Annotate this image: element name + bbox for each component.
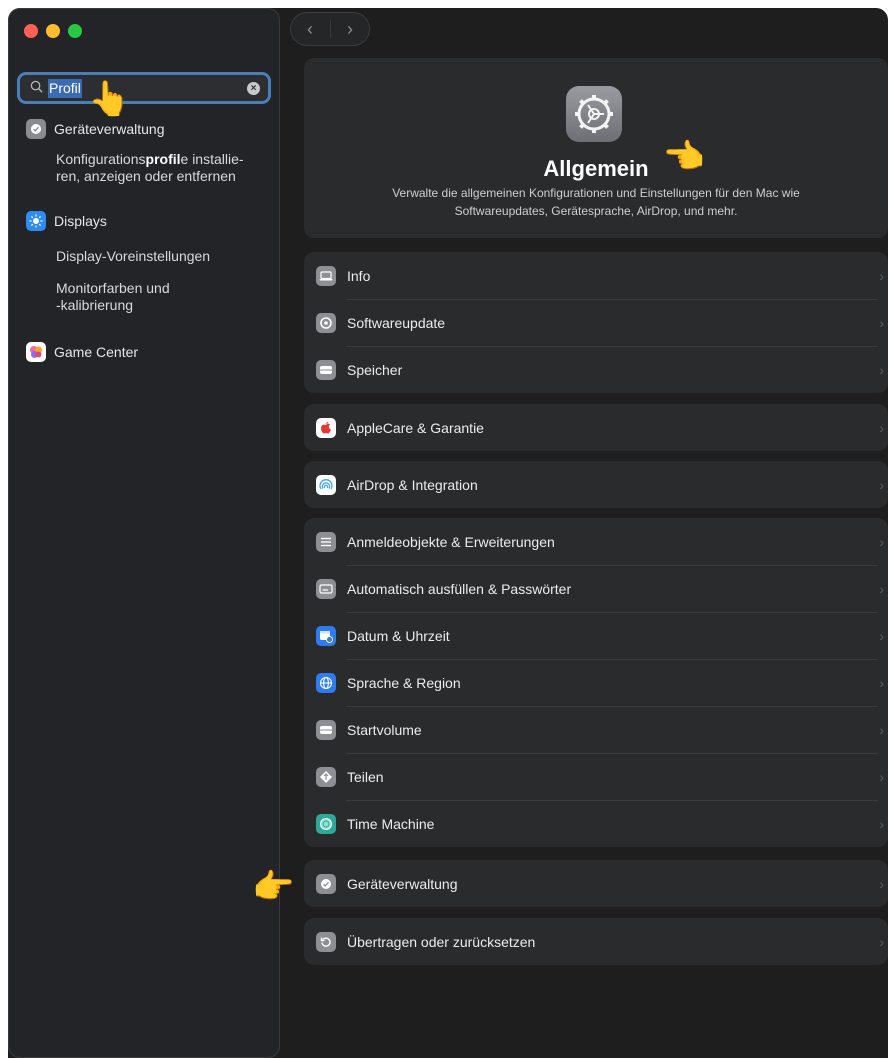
game-center-icon — [26, 342, 46, 362]
displays-icon — [26, 211, 46, 231]
sidebar-item-displays[interactable]: Displays — [26, 211, 107, 231]
row-label: AppleCare & Garantie — [347, 419, 484, 436]
row-label: Speicher — [347, 361, 403, 378]
sidebar-subitem-display-presets[interactable]: Display-Voreinstellungen — [56, 248, 266, 265]
chevron-right-icon: › — [879, 815, 884, 832]
row-label: Teilen — [347, 768, 384, 785]
pointing-hand-icon: 👆 — [88, 80, 131, 118]
airdrop-icon — [316, 475, 336, 495]
settings-window: Profil × Geräteverwaltung Konfigurations… — [8, 8, 888, 1058]
row-label: Geräteverwaltung — [347, 875, 458, 892]
zoom-window-button[interactable] — [68, 24, 82, 38]
group-airdrop: AirDrop & Integration › — [304, 461, 888, 508]
group-device-management: Geräteverwaltung › — [304, 860, 888, 907]
group-transfer-reset: Übertragen oder zurücksetzen › — [304, 918, 888, 965]
sidebar-item-label: Displays — [54, 213, 107, 229]
row-label: Sprache & Region — [347, 674, 461, 691]
gear-icon — [566, 86, 622, 142]
chevron-right-icon: › — [879, 314, 884, 331]
nav-divider — [330, 20, 331, 38]
row-label: Softwareupdate — [347, 314, 446, 331]
group-applecare: AppleCare & Garantie › — [304, 404, 888, 451]
row-info[interactable]: Info › — [304, 252, 888, 299]
chevron-right-icon: › — [879, 476, 884, 493]
row-software-update[interactable]: Softwareupdate › — [304, 299, 888, 346]
chevron-right-icon: › — [879, 933, 884, 950]
search-icon — [30, 80, 43, 93]
subitem-text-pre: Konfigurations — [56, 151, 146, 167]
clear-icon[interactable]: × — [247, 82, 260, 95]
close-window-button[interactable] — [24, 24, 38, 38]
chevron-left-icon[interactable]: ‹ — [290, 12, 330, 46]
row-time-machine[interactable]: Time Machine › — [304, 800, 888, 847]
row-login-items[interactable]: Anmeldeobjekte & Erweiterungen › — [304, 518, 888, 565]
chevron-right-icon: › — [879, 768, 884, 785]
chevron-right-icon: › — [879, 580, 884, 597]
sidebar-item-device-management[interactable]: Geräteverwaltung — [26, 119, 165, 139]
sidebar: Profil × Geräteverwaltung Konfigurations… — [8, 8, 280, 1058]
pointing-hand-icon: 👉 — [664, 138, 707, 176]
list-icon — [316, 532, 336, 552]
row-label: Info — [347, 267, 371, 284]
page-title: Allgemein — [543, 156, 649, 181]
apple-icon — [316, 418, 336, 438]
sidebar-item-label: Game Center — [54, 344, 139, 360]
chevron-right-icon: › — [879, 721, 884, 738]
page-description: Verwalte die allgemeinen Konfigurationen… — [392, 186, 800, 218]
sidebar-item-label: Geräteverwaltung — [54, 121, 165, 137]
storage-icon — [316, 360, 336, 380]
chevron-right-icon: › — [879, 674, 884, 691]
time-machine-icon — [316, 814, 336, 834]
history-navigation: ‹ › — [290, 12, 370, 46]
row-startup-disk[interactable]: Startvolume › — [304, 706, 888, 753]
row-sharing[interactable]: Teilen › — [304, 753, 888, 800]
row-label: Startvolume — [347, 721, 422, 738]
sidebar-subitem-config-profiles[interactable]: Konfigurationsprofile installie- ren, an… — [56, 151, 266, 185]
row-label: Automatisch ausfüllen & Passwörter — [347, 580, 572, 597]
row-applecare[interactable]: AppleCare & Garantie › — [304, 404, 888, 451]
reset-icon — [316, 932, 336, 952]
row-label: AirDrop & Integration — [347, 476, 478, 493]
globe-icon — [316, 673, 336, 693]
autofill-icon — [316, 579, 336, 599]
search-query[interactable]: Profil — [48, 79, 82, 98]
chevron-right-icon: › — [879, 875, 884, 892]
row-storage[interactable]: Speicher › — [304, 346, 888, 393]
group-system-info: Info › Softwareupdate › Speicher › — [304, 252, 888, 393]
row-label: Anmeldeobjekte & Erweiterungen — [347, 533, 555, 550]
chevron-right-icon: › — [879, 419, 884, 436]
gear-badge-icon — [316, 313, 336, 333]
sidebar-item-game-center[interactable]: Game Center — [26, 342, 138, 362]
group-settings: Anmeldeobjekte & Erweiterungen › Automat… — [304, 518, 888, 847]
chevron-right-icon: › — [879, 627, 884, 644]
pointing-hand-icon: 👉 — [252, 868, 295, 906]
device-management-icon — [316, 874, 336, 894]
sidebar-subitem-monitor-colors[interactable]: Monitorfarben und -kalibrierung — [56, 280, 266, 314]
minimize-window-button[interactable] — [46, 24, 60, 38]
row-label: Datum & Uhrzeit — [347, 627, 450, 644]
row-language-region[interactable]: Sprache & Region › — [304, 659, 888, 706]
laptop-icon — [316, 266, 336, 286]
subitem-text-match: profil — [145, 151, 181, 167]
chevron-right-icon: › — [879, 267, 884, 284]
search-field[interactable]: Profil × — [17, 72, 271, 104]
row-label: Übertragen oder zurücksetzen — [347, 933, 536, 950]
row-transfer-reset[interactable]: Übertragen oder zurücksetzen › — [304, 918, 888, 965]
row-device-management[interactable]: Geräteverwaltung › — [304, 860, 888, 907]
share-icon — [316, 767, 336, 787]
row-date-time[interactable]: Datum & Uhrzeit › — [304, 612, 888, 659]
device-management-icon — [26, 119, 46, 139]
row-airdrop[interactable]: AirDrop & Integration › — [304, 461, 888, 508]
general-header: Allgemein Verwalte die allgemeinen Konfi… — [304, 58, 888, 238]
calendar-clock-icon — [316, 626, 336, 646]
disk-icon — [316, 720, 336, 740]
chevron-right-icon: › — [879, 533, 884, 550]
chevron-right-icon: › — [879, 361, 884, 378]
row-autofill[interactable]: Automatisch ausfüllen & Passwörter › — [304, 565, 888, 612]
chevron-right-icon[interactable]: › — [330, 12, 370, 46]
row-label: Time Machine — [347, 815, 435, 832]
